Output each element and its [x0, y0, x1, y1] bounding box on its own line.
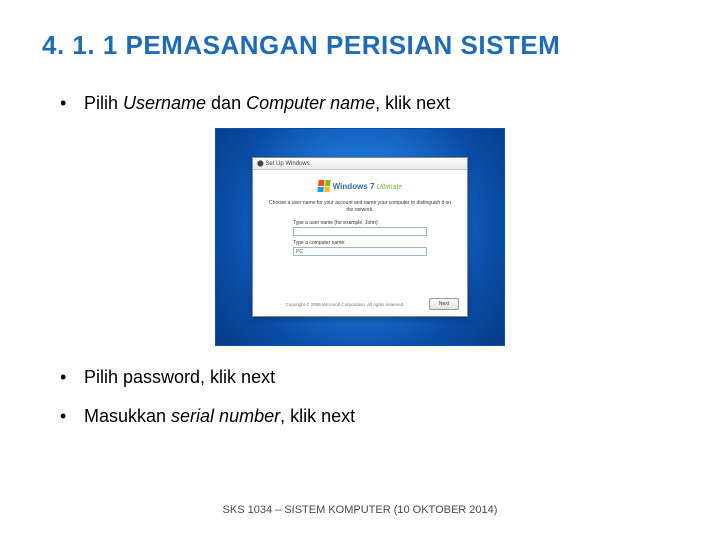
brand-version: 7: [370, 182, 374, 191]
text-italic: serial number: [171, 406, 280, 426]
text: , klik next: [375, 93, 450, 113]
computername-input[interactable]: [293, 247, 427, 256]
text: , klik next: [280, 406, 355, 426]
section-heading: 4. 1. 1 PEMASANGAN PERISIAN SISTEM: [42, 30, 678, 61]
username-label: Type a user name (for example, John):: [293, 220, 427, 226]
dialog-fields: Type a user name (for example, John): Ty…: [293, 220, 427, 256]
windows-logo-row: Windows 7 Ultimate: [253, 180, 467, 192]
windows-brand-text: Windows 7 Ultimate: [333, 182, 403, 191]
bullet-list-bottom: Pilih password, klik next Masukkan seria…: [60, 365, 678, 428]
brand-edition: Ultimate: [377, 184, 403, 191]
next-button[interactable]: Next: [429, 298, 459, 310]
text: Masukkan: [84, 406, 171, 426]
bullet-item-2: Pilih password, klik next: [60, 365, 678, 389]
computername-label: Type a computer name:: [293, 240, 427, 246]
slide-footer: SKS 1034 – SISTEM KOMPUTER (10 OKTOBER 2…: [0, 504, 720, 516]
username-input[interactable]: [293, 227, 427, 236]
bullet-item-3: Masukkan serial number, klik next: [60, 404, 678, 428]
bullet-list-top: Pilih Username dan Computer name, klik n…: [60, 91, 678, 115]
windows-setup-desktop: ⬤ Set Up Windows Windows 7 Ultimate Choo…: [216, 129, 504, 345]
windows-flag-icon: [317, 180, 330, 192]
text: Pilih: [84, 93, 123, 113]
windows-setup-dialog: ⬤ Set Up Windows Windows 7 Ultimate Choo…: [252, 157, 468, 317]
copyright-text: Copyright © 2009 Microsoft Corporation. …: [261, 302, 429, 307]
dialog-instruction: Choose a user name for your account and …: [265, 200, 455, 214]
embedded-screenshot: ⬤ Set Up Windows Windows 7 Ultimate Choo…: [42, 129, 678, 345]
text-italic: Username: [123, 93, 206, 113]
dialog-titlebar: ⬤ Set Up Windows: [253, 158, 467, 170]
bullet-item-1: Pilih Username dan Computer name, klik n…: [60, 91, 678, 115]
text: dan: [206, 93, 246, 113]
brand-name: Windows: [333, 182, 368, 191]
text-italic: Computer name: [246, 93, 375, 113]
